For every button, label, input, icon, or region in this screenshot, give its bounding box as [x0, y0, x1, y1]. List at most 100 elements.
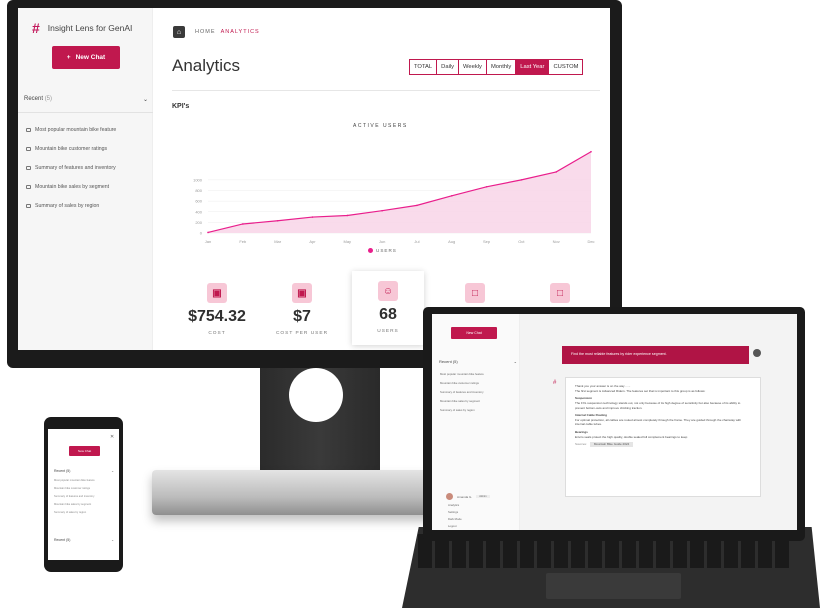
recent-header[interactable]: Recent (5) ⌄	[54, 469, 114, 473]
data-point	[242, 223, 244, 225]
hash-logo-icon: #	[553, 380, 557, 386]
sources: Sources: Mountain Bike Guide 2024	[575, 442, 751, 448]
recent-item[interactable]: Summary of sales by region	[440, 408, 475, 412]
recent-item[interactable]: Mountain bike sales by segment	[54, 503, 91, 506]
money-icon: ▣	[292, 283, 312, 303]
new-chat-button[interactable]: New Chat	[451, 327, 497, 339]
kpi-value: $7	[293, 308, 311, 325]
recent-item[interactable]: Mountain bike customer ratings	[26, 146, 107, 152]
menu-settings[interactable]: Settings	[448, 510, 458, 514]
y-tick-label: 1000	[193, 177, 203, 182]
close-icon[interactable]: ✕	[110, 434, 114, 440]
y-tick-label: 800	[195, 188, 202, 193]
filter-daily[interactable]: Daily	[437, 60, 460, 74]
filter-last-year[interactable]: Last Year	[516, 60, 550, 74]
chat-icon: □	[550, 283, 570, 303]
x-tick-label: Jun	[379, 239, 385, 244]
recent-item[interactable]: Most popular mountain bike feature	[54, 479, 95, 482]
sources-label: Sources:	[575, 442, 587, 447]
new-chat-button[interactable]: New Chat	[69, 446, 100, 456]
menu-analytics[interactable]: Analytics	[448, 503, 459, 507]
home-icon[interactable]: ⌂	[173, 26, 185, 38]
recent-item[interactable]: Summary of features and inventory	[26, 165, 116, 171]
data-point	[311, 216, 314, 218]
recent-item[interactable]: Mountain bike customer ratings	[440, 381, 479, 385]
breadcrumb-current: ANALYTICS	[220, 29, 260, 35]
kpi-card-cost-per-user[interactable]: ▣ $7 COST PER USER	[266, 273, 338, 347]
recent-item[interactable]: Summary of sales by region	[54, 511, 86, 514]
tablet: New Chat Recent (5) ⌄ Most popular mount…	[423, 307, 805, 541]
legend-label: USERS	[376, 248, 397, 253]
kpi-card-users[interactable]: ☺ 68 USERS	[352, 271, 424, 345]
recent-item-label: Summary of sales by region	[35, 203, 100, 209]
x-tick-label: Dec	[587, 239, 594, 244]
data-point	[485, 185, 488, 188]
avatar	[446, 493, 453, 500]
kpi-card-cost[interactable]: ▣ $754.32 COST	[181, 273, 253, 347]
chevron-down-icon[interactable]: ⌄	[111, 538, 114, 542]
role-badge: Admin	[476, 495, 490, 498]
section-text: The FXL suspension technology stands out…	[575, 400, 741, 410]
recent-item[interactable]: Mountain bike sales by segment	[440, 399, 480, 403]
monitor-stand-base	[152, 470, 452, 515]
data-point	[416, 204, 418, 207]
new-chat-button[interactable]: + New Chat	[52, 46, 120, 69]
recent-header[interactable]: Recent (5) ⌄	[439, 359, 517, 364]
filter-weekly[interactable]: Weekly	[459, 60, 487, 74]
recent-count: (5)	[44, 96, 53, 102]
kpi-label: COST PER USER	[275, 331, 329, 336]
brand: # Insight Lens for GenAI	[32, 20, 132, 36]
user-name: Amanda G.	[457, 494, 473, 499]
recent-count: (5)	[66, 538, 71, 542]
x-tick-label: Apr	[309, 239, 316, 244]
active-users-chart: 0 200 400 600 800 1000 Jan Feb Mar Apr May Jun Jul Au…	[193, 150, 595, 244]
data-point	[590, 150, 592, 153]
x-tick-label: Jul	[414, 239, 419, 244]
recent-item[interactable]: Most popular mountain bike feature	[26, 127, 116, 133]
recent-item[interactable]: Most popular mountain bike feature	[440, 372, 484, 376]
source-tag[interactable]: Mountain Bike Guide 2024	[589, 442, 634, 448]
menu-logout[interactable]: Logout	[448, 524, 457, 528]
chart-legend[interactable]: USERS	[368, 248, 397, 253]
breadcrumb-home[interactable]: HOME	[195, 29, 216, 35]
filter-custom[interactable]: CUSTOM	[549, 60, 582, 74]
recent-item[interactable]: Mountain bike sales by segment	[26, 184, 109, 190]
chevron-down-icon[interactable]: ⌄	[514, 359, 517, 364]
chevron-down-icon[interactable]: ⌄	[111, 469, 114, 473]
filter-monthly[interactable]: Monthly	[487, 60, 517, 74]
menu-dark-mode[interactable]: Dark Mode	[448, 517, 462, 521]
filter-total[interactable]: TOTAL	[410, 60, 438, 74]
x-tick-label: May	[343, 239, 351, 244]
phone-screen: ✕ New Chat Recent (5) ⌄ Most popular mou…	[48, 429, 119, 560]
kpi-label: COST	[208, 331, 226, 336]
kpi-label: USERS	[377, 329, 399, 334]
recent-item-label: Mountain bike sales by segment	[35, 184, 110, 190]
recent-item[interactable]: Summary of features and inventory	[440, 390, 484, 394]
data-point	[346, 214, 349, 217]
user-profile[interactable]: Amanda G. Admin	[446, 493, 490, 500]
x-tick-label: Oct	[518, 239, 525, 244]
monitor-stand-hole	[289, 368, 343, 422]
x-tick-label: Jan	[205, 239, 211, 244]
data-point	[555, 171, 557, 173]
data-point	[450, 195, 453, 197]
legend-dot-icon	[368, 248, 373, 253]
kpi-value: $754.32	[188, 308, 246, 325]
chat-bubble-icon	[26, 128, 31, 132]
data-point	[207, 231, 209, 234]
chat-panel: Find the most reliable features by rider…	[520, 314, 797, 530]
chevron-down-icon[interactable]: ⌄	[143, 96, 148, 103]
recent-header-2[interactable]: Recent (5) ⌄	[54, 538, 114, 542]
data-point	[276, 219, 279, 222]
recent-item[interactable]: Mountain bike customer ratings	[54, 487, 90, 490]
chat-bubble-icon	[26, 204, 31, 208]
recent-count: (5)	[66, 469, 71, 473]
area-fill	[208, 151, 591, 233]
x-tick-label: Sep	[483, 239, 491, 244]
recent-item[interactable]: Summary of features and inventory	[54, 495, 94, 498]
recent-item[interactable]: Summary of sales by region	[26, 203, 99, 209]
recent-label: Recent	[439, 359, 452, 364]
plus-icon: +	[66, 54, 71, 61]
recent-header[interactable]: Recent (5) ⌄	[24, 96, 148, 103]
chart-title: ACTIVE USERS	[353, 123, 408, 129]
